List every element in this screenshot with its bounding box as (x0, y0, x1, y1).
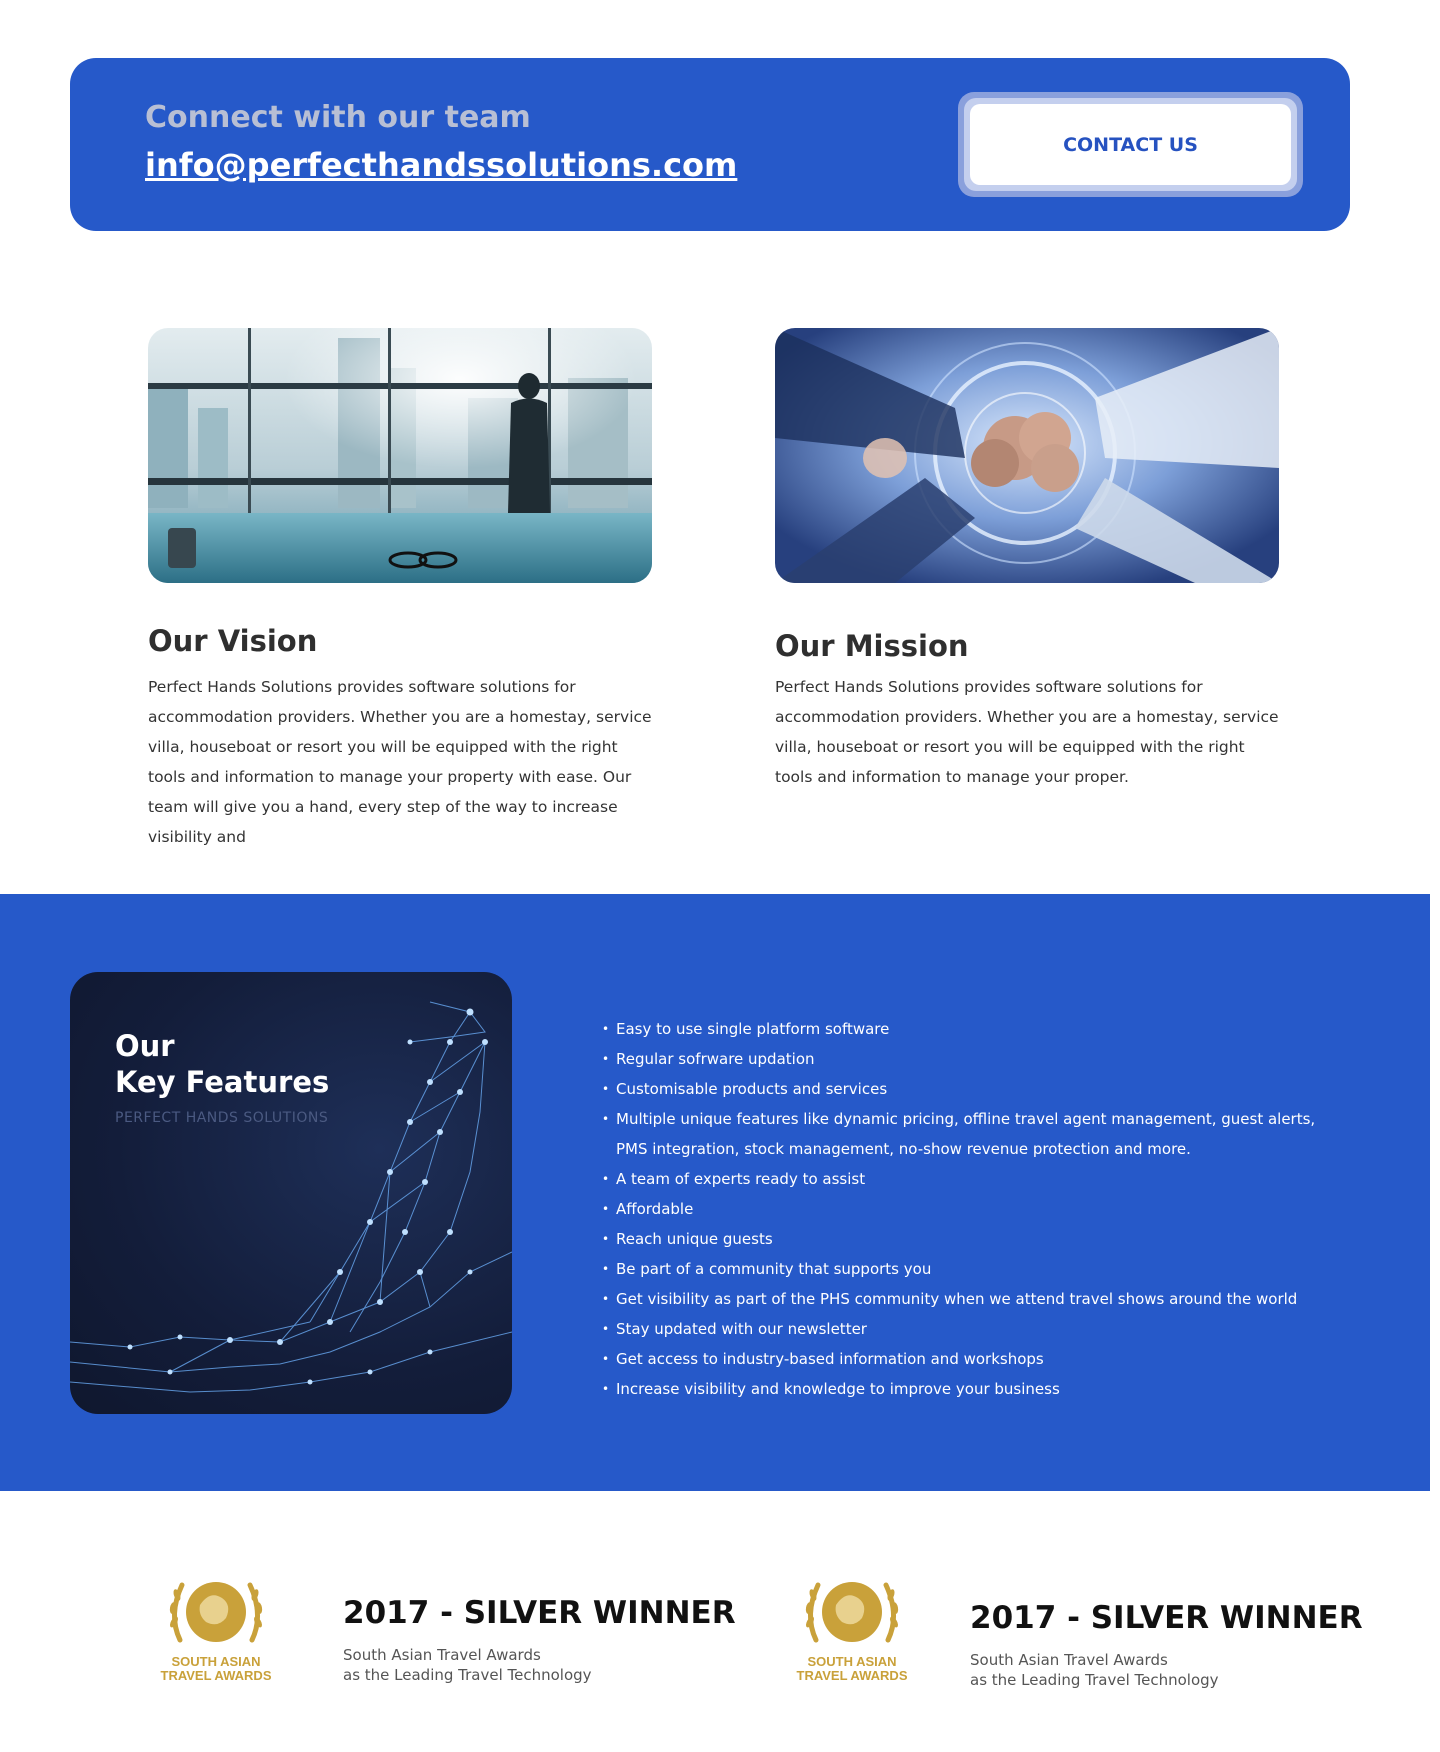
vision-section: Our Vision Perfect Hands Solutions provi… (148, 328, 652, 846)
feature-item: Get visibility as part of the PHS commun… (602, 1284, 1322, 1314)
feature-item: Stay updated with our newsletter (602, 1314, 1322, 1344)
award-logo-text-1: SOUTH ASIAN (807, 1654, 896, 1669)
award-2: SOUTH ASIAN TRAVEL AWARDS 2017 - SILVER … (796, 1560, 1363, 1690)
key-features-list: Easy to use single platform software Reg… (602, 1014, 1322, 1404)
key-features-section: Our Key Features PERFECT HANDS SOLUTIONS… (0, 894, 1430, 1491)
contact-us-button[interactable]: CONTACT US (970, 104, 1291, 185)
feature-item: Regular sofrware updation (602, 1044, 1322, 1074)
mission-image (775, 328, 1279, 583)
key-features-card: Our Key Features PERFECT HANDS SOLUTIONS (70, 972, 512, 1414)
feature-item: Easy to use single platform software (602, 1014, 1322, 1044)
award-laurel-logo: SOUTH ASIAN TRAVEL AWARDS (160, 1560, 272, 1688)
feature-item: Reach unique guests (602, 1224, 1322, 1254)
key-features-card-title: Our Key Features (115, 1028, 329, 1100)
feature-item: Be part of a community that supports you (602, 1254, 1322, 1284)
feature-item: A team of experts ready to assist (602, 1164, 1322, 1194)
vision-image (148, 328, 652, 583)
contact-kicker: Connect with our team (145, 100, 531, 135)
feature-item: Get access to industry-based information… (602, 1344, 1322, 1374)
contact-button-ring: CONTACT US (964, 98, 1297, 191)
award-desc-line1: South Asian Travel Awards (343, 1646, 541, 1664)
mission-section: Our Mission Perfect Hands Solutions prov… (775, 328, 1279, 828)
award-title: 2017 - SILVER WINNER (970, 1600, 1363, 1636)
award-title: 2017 - SILVER WINNER (343, 1595, 736, 1631)
feature-item: Customisable products and services (602, 1074, 1322, 1104)
vision-title: Our Vision (148, 624, 318, 658)
award-1: SOUTH ASIAN TRAVEL AWARDS 2017 - SILVER … (160, 1560, 736, 1690)
key-features-card-subtitle: PERFECT HANDS SOLUTIONS (115, 1110, 329, 1126)
award-logo-text-1: SOUTH ASIAN (171, 1654, 260, 1669)
contact-button-frame: CONTACT US (958, 92, 1303, 197)
award-desc-line1: South Asian Travel Awards (970, 1651, 1168, 1669)
award-desc-line2: as the Leading Travel Technology (970, 1671, 1219, 1689)
key-features-title-line1: Our (115, 1029, 175, 1063)
feature-item: Affordable (602, 1194, 1322, 1224)
award-desc-line2: as the Leading Travel Technology (343, 1666, 592, 1684)
award-logo-text-2: TRAVEL AWARDS (161, 1668, 272, 1683)
mission-title: Our Mission (775, 629, 969, 663)
key-features-title-line2: Key Features (115, 1065, 330, 1099)
contact-email-link[interactable]: info@perfecthandssolutions.com (145, 146, 737, 184)
award-logo-text-2: TRAVEL AWARDS (797, 1668, 908, 1683)
feature-item: Increase visibility and knowledge to imp… (602, 1374, 1322, 1404)
feature-item: Multiple unique features like dynamic pr… (602, 1104, 1322, 1164)
award-laurel-logo: SOUTH ASIAN TRAVEL AWARDS (796, 1560, 908, 1688)
mission-body: Perfect Hands Solutions provides softwar… (775, 678, 1279, 786)
contact-banner: Connect with our team info@perfecthandss… (70, 58, 1350, 231)
vision-body: Perfect Hands Solutions provides softwar… (148, 678, 652, 846)
